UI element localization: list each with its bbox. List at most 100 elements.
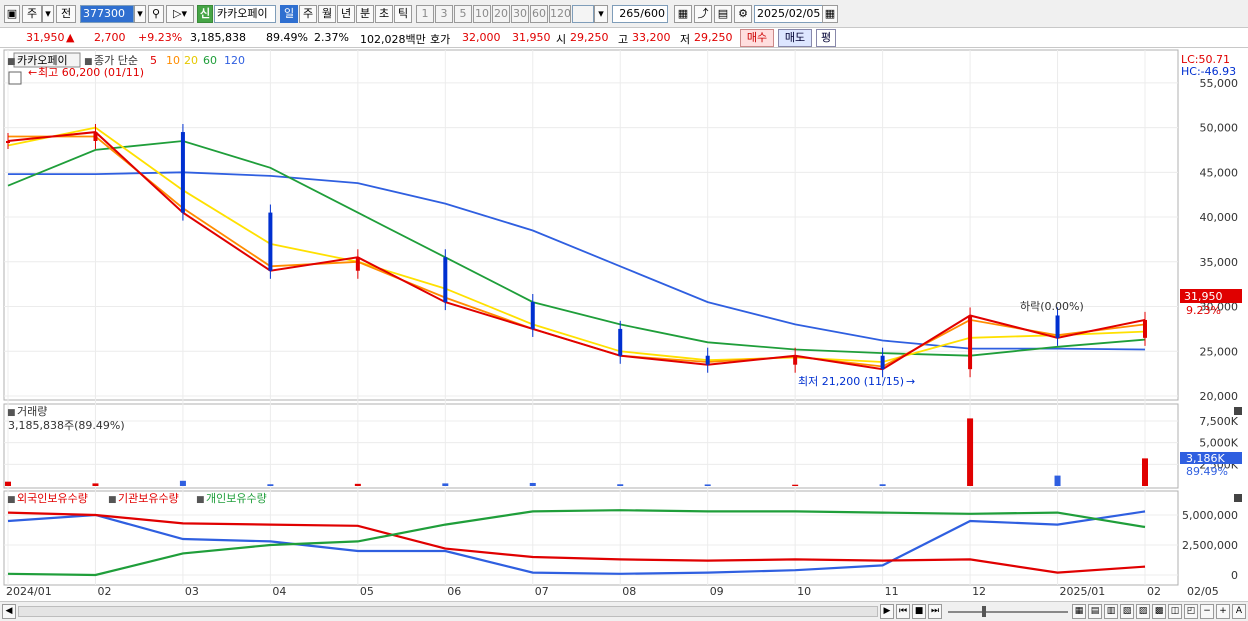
view-icon-7[interactable]: ◫ [1168, 604, 1182, 619]
price-tick-label: 50,000 [1200, 122, 1239, 135]
candle-body [180, 132, 185, 213]
candle-body [793, 355, 798, 365]
interval-30[interactable]: 30 [511, 5, 529, 23]
interval-3[interactable]: 3 [435, 5, 453, 23]
interval-120[interactable]: 120 [549, 5, 571, 23]
legend-marker-icon-5: ■ [108, 495, 117, 505]
layout-icon[interactable]: ▣ [4, 5, 20, 23]
draw-tool-icon[interactable]: ⤴ [694, 5, 712, 23]
time-tick-label: 02 [97, 585, 111, 598]
volume-bar [442, 483, 449, 486]
stock-chart[interactable]: 55,00050,00045,00040,00035,00030,00025,0… [0, 48, 1248, 601]
volume-current-pct: 89.49% [1186, 465, 1228, 478]
view-icon-1[interactable]: ▦ [1072, 604, 1086, 619]
volume-bar [529, 482, 536, 486]
scroll-left-icon[interactable]: ◀ [2, 604, 16, 619]
volume-bar [1054, 475, 1061, 486]
arrow-right-icon: → [906, 375, 915, 388]
view-icon-3[interactable]: ▥ [1104, 604, 1118, 619]
tab-minute[interactable]: 분 [356, 5, 374, 23]
view-icon-4[interactable]: ▧ [1120, 604, 1134, 619]
scroll-track[interactable] [18, 606, 878, 617]
volume-bar [179, 480, 186, 486]
volume-tick-label: 7,500K [1199, 415, 1238, 428]
holding-panel-close-icon[interactable] [1234, 494, 1242, 502]
candle-body [880, 355, 885, 370]
tab-year[interactable]: 년 [337, 5, 355, 23]
time-tick-label: 2024/01 [6, 585, 52, 598]
sell-button[interactable]: 매도 [778, 29, 812, 47]
speaker-icon[interactable]: ▷▾ [166, 5, 194, 23]
time-tick-label: 09 [710, 585, 724, 598]
up-arrow-icon: ▲ [66, 31, 75, 44]
interval-60[interactable]: 60 [530, 5, 548, 23]
candle-body [530, 302, 535, 329]
forward-icon[interactable]: ⏭ [928, 604, 942, 619]
view-icon-2[interactable]: ▤ [1088, 604, 1102, 619]
interval-custom-input[interactable] [572, 5, 594, 23]
rewind-icon[interactable]: ⏮ [896, 604, 910, 619]
candle-body [93, 132, 98, 141]
gear-icon[interactable]: ⚙ [734, 5, 752, 23]
code-dropdown-icon[interactable]: ▾ [134, 5, 146, 23]
high-annotation: 최고 60,200 (01/11) [38, 66, 144, 79]
time-tick-label: 05 [360, 585, 374, 598]
time-tick-label: 03 [185, 585, 199, 598]
save-icon[interactable]: ▤ [714, 5, 732, 23]
interval-5[interactable]: 5 [454, 5, 472, 23]
holding-legend-retail: 개인보유수량 [206, 492, 267, 505]
candle-body [443, 257, 448, 303]
table-icon[interactable] [8, 71, 22, 85]
ma-legend-5: 5 [150, 54, 157, 67]
volume-bar [5, 481, 11, 486]
zoom-slider[interactable] [948, 611, 1068, 613]
chevron-down-icon[interactable]: ▾ [42, 5, 54, 23]
volume-bar [617, 484, 624, 486]
prev-button[interactable]: 전 [56, 5, 76, 23]
zoom-out-icon[interactable]: − [1200, 604, 1214, 619]
candle-body [968, 315, 973, 370]
time-tick-label: 2025/01 [1060, 585, 1106, 598]
tab-week[interactable]: 주 [299, 5, 317, 23]
scroll-right-icon[interactable]: ▶ [880, 604, 894, 619]
date-field[interactable]: 2025/02/05 [754, 5, 824, 23]
volume-panel-title: 거래량 [17, 405, 47, 418]
zoom-slider-handle[interactable] [982, 606, 986, 617]
turnover-rate: 2.37% [314, 31, 349, 44]
candle-type-icon[interactable]: ▦ [674, 5, 692, 23]
volume-current-tag-text: 3,186K [1186, 452, 1225, 465]
view-icon-5[interactable]: ▨ [1136, 604, 1150, 619]
tab-second[interactable]: 초 [375, 5, 393, 23]
low-price: 29,250 [694, 31, 733, 44]
stop-icon[interactable]: ■ [912, 604, 926, 619]
stock-name-field[interactable]: 카카오페이 [214, 5, 276, 23]
font-size-icon[interactable]: A [1232, 604, 1246, 619]
max-count: /600 [640, 7, 665, 20]
volume-panel-close-icon[interactable] [1234, 407, 1242, 415]
calendar-icon[interactable]: ▦ [822, 5, 838, 23]
interval-20[interactable]: 20 [492, 5, 510, 23]
volume-bar [92, 483, 99, 486]
tab-month[interactable]: 월 [318, 5, 336, 23]
zoom-in-icon[interactable]: + [1216, 604, 1230, 619]
eval-button[interactable]: 평 [816, 29, 836, 47]
chart-scrollbar[interactable]: ◀ ▶ ⏮ ■ ⏭ ▦ ▤ ▥ ▧ ▨ ▩ ◫ ◰ − + A [0, 601, 1248, 621]
period-select[interactable]: 주 [22, 5, 42, 23]
view-icon-6[interactable]: ▩ [1152, 604, 1166, 619]
view-icon-8[interactable]: ◰ [1184, 604, 1198, 619]
volume-tick-label: 5,000K [1199, 437, 1238, 450]
time-tick-label: 11 [885, 585, 899, 598]
tab-tick[interactable]: 틱 [394, 5, 412, 23]
current-price: 31,950 [26, 31, 65, 44]
interval-dropdown-icon[interactable]: ▾ [594, 5, 608, 23]
stock-code-input[interactable]: 377300 [80, 5, 134, 23]
count-field[interactable]: 265/600 [612, 5, 668, 23]
time-tick-label: 02/05 [1187, 585, 1219, 598]
interval-10[interactable]: 10 [473, 5, 491, 23]
search-icon[interactable]: ⚲ [148, 5, 164, 23]
tab-day[interactable]: 일 [280, 5, 298, 23]
buy-button[interactable]: 매수 [740, 29, 774, 47]
interval-1[interactable]: 1 [416, 5, 434, 23]
open-label: 시 [556, 33, 567, 46]
low-label: 저 [680, 33, 691, 46]
